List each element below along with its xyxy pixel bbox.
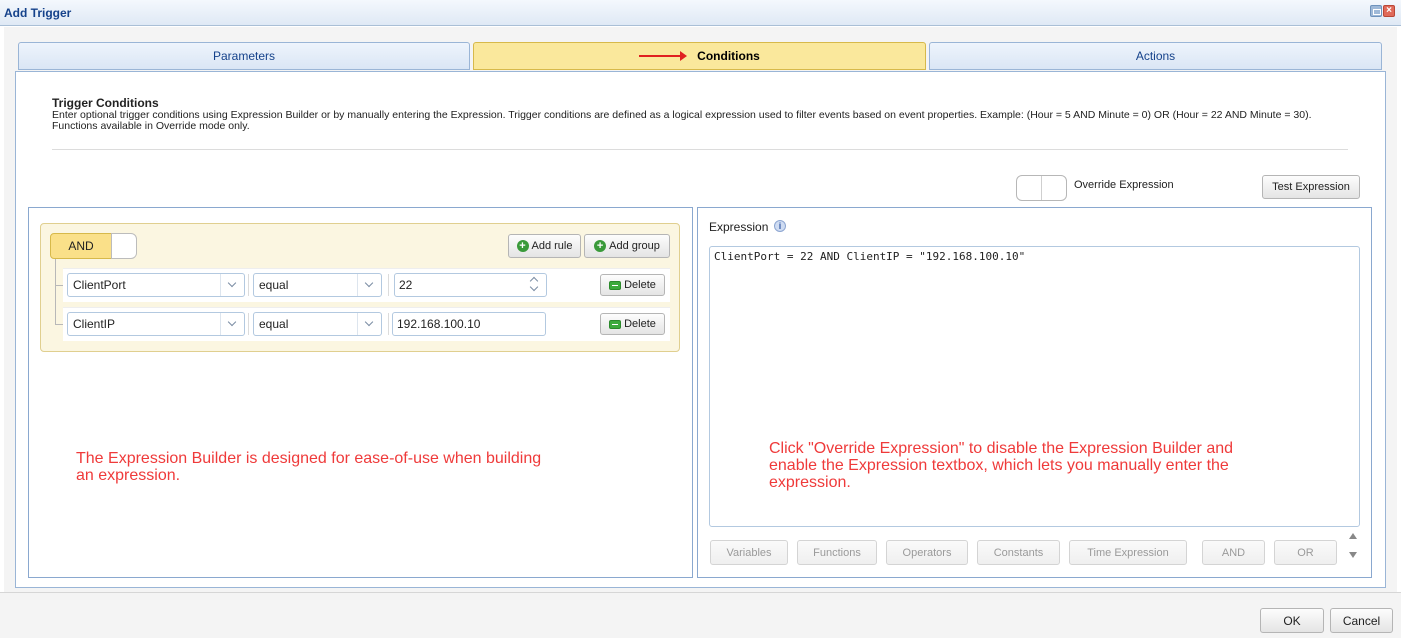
rule-value-stepper[interactable]: 22 [394, 273, 547, 297]
tab-actions[interactable]: Actions [929, 42, 1382, 70]
toggle-knob [1017, 176, 1042, 200]
scroll-down-icon[interactable] [1349, 552, 1357, 558]
time-expression-button[interactable]: Time Expression [1069, 540, 1187, 565]
delete-label: Delete [624, 318, 656, 330]
tree-connector [55, 259, 56, 325]
separator [248, 313, 249, 335]
separator [248, 274, 249, 296]
rule-field-value: ClientIP [73, 317, 116, 331]
functions-button[interactable]: Functions [797, 540, 877, 565]
chevron-down-icon [220, 274, 244, 296]
tab-parameters-label: Parameters [212, 49, 276, 63]
or-operator-button[interactable]: OR [1274, 540, 1337, 565]
ok-button[interactable]: OK [1260, 608, 1324, 633]
dialog-title: Add Trigger [4, 6, 72, 20]
maximize-icon[interactable] [1370, 5, 1382, 17]
delete-rule-button[interactable]: Delete [600, 274, 665, 296]
separator [388, 313, 389, 335]
variables-button[interactable]: Variables [710, 540, 788, 565]
rule-operator-value: equal [259, 317, 289, 331]
divider [52, 149, 1348, 150]
tree-connector [55, 324, 63, 325]
rule-value-input[interactable]: 192.168.100.10 [392, 312, 546, 336]
test-expression-button[interactable]: Test Expression [1262, 175, 1360, 199]
constants-button[interactable]: Constants [977, 540, 1060, 565]
tab-conditions[interactable]: Conditions [473, 42, 926, 70]
conditions-heading: Trigger Conditions [52, 96, 159, 110]
group-operator-toggle[interactable] [111, 233, 137, 259]
cancel-button[interactable]: Cancel [1330, 608, 1393, 633]
scroll-up-icon[interactable] [1349, 533, 1357, 539]
add-group-button[interactable]: + Add group [584, 234, 670, 258]
and-operator-button[interactable]: AND [1202, 540, 1265, 565]
rule-operator-select[interactable]: equal [253, 312, 382, 336]
dialog-titlebar: Add Trigger × [0, 0, 1401, 26]
tab-parameters[interactable]: Parameters [18, 42, 470, 70]
delete-label: Delete [624, 279, 656, 291]
spinner-arrows-icon[interactable] [525, 275, 545, 295]
override-expression-toggle[interactable] [1016, 175, 1067, 201]
delete-rule-button[interactable]: Delete [600, 313, 665, 335]
rule-value: 22 [399, 278, 413, 292]
add-group-label: Add group [609, 239, 660, 252]
add-rule-label: Add rule [531, 239, 573, 252]
rule-value: 192.168.100.10 [397, 317, 481, 331]
tree-connector [55, 285, 63, 286]
builder-annotation: The Expression Builder is designed for e… [76, 450, 542, 484]
close-icon[interactable]: × [1383, 5, 1395, 17]
expression-value: ClientPort = 22 AND ClientIP = "192.168.… [714, 250, 1026, 263]
remove-icon [609, 319, 622, 329]
rule-operator-value: equal [259, 278, 289, 292]
rule-field-value: ClientPort [73, 278, 126, 292]
override-expression-label: Override Expression [1074, 179, 1174, 191]
expression-label: Expression [709, 220, 769, 234]
conditions-description: Enter optional trigger conditions using … [52, 110, 1342, 132]
expression-annotation: Click "Override Expression" to disable t… [769, 440, 1234, 491]
rule-operator-select[interactable]: equal [253, 273, 382, 297]
remove-icon [609, 280, 622, 290]
rule-field-select[interactable]: ClientIP [67, 312, 245, 336]
tab-conditions-label: Conditions [697, 49, 760, 63]
chevron-down-icon [220, 313, 244, 335]
chevron-down-icon [357, 313, 381, 335]
add-icon: + [594, 240, 607, 253]
operators-button[interactable]: Operators [886, 540, 968, 565]
info-icon[interactable]: i [774, 220, 786, 232]
group-operator-and[interactable]: AND [50, 233, 112, 259]
separator [388, 274, 389, 296]
conditions-note: Functions available in Override mode onl… [52, 120, 250, 132]
arrow-right-icon [639, 50, 688, 61]
add-icon: + [516, 240, 529, 253]
chevron-down-icon [357, 274, 381, 296]
dialog-footer [0, 592, 1401, 638]
add-rule-button[interactable]: + Add rule [508, 234, 581, 258]
rule-field-select[interactable]: ClientPort [67, 273, 245, 297]
tab-actions-label: Actions [1135, 49, 1176, 63]
